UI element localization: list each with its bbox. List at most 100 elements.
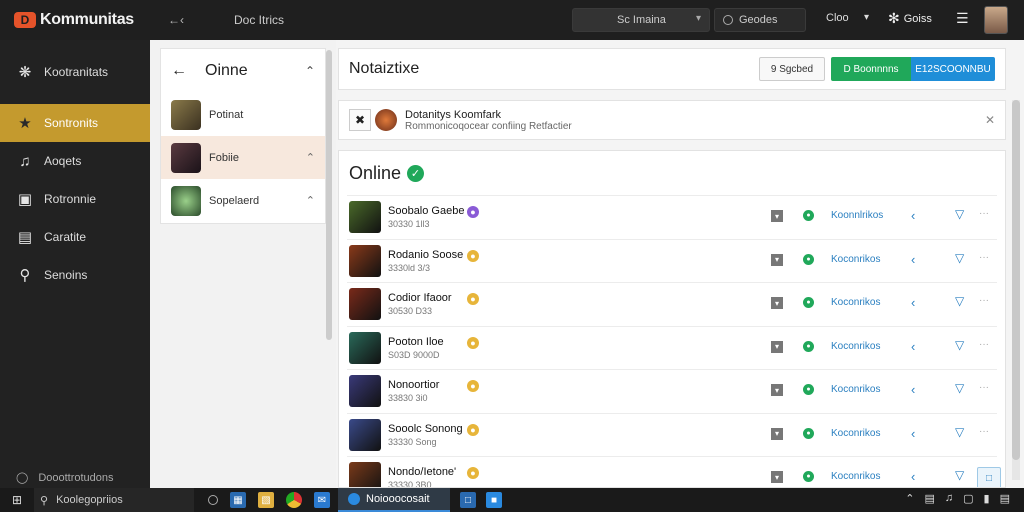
chevron-down-icon[interactable]: ▽ (955, 425, 964, 439)
status-badge: ● (467, 206, 479, 218)
collapse-sidebar-icon[interactable]: ←‹ (168, 13, 184, 27)
hamburger-menu-icon[interactable]: ☰ (956, 10, 969, 27)
table-row[interactable]: Codior Ifaoor 30530 D33 ● ▾ ● Koconrikos ‹ ▽ ··· (347, 282, 997, 326)
chevron-down-icon[interactable]: ▽ (955, 207, 964, 221)
sidebar-item-0[interactable]: ❋ Kootranitats (0, 40, 150, 104)
secondary-button[interactable]: 9 Sgcbed (759, 57, 825, 81)
close-icon[interactable]: ✕ (985, 113, 995, 127)
sidebar-footer[interactable]: ◯ Dooottrotudons (16, 471, 114, 485)
dropdown-square-icon[interactable]: ▾ (771, 427, 783, 440)
avatar[interactable] (984, 6, 1008, 34)
sidebar-item-label: Aoqets (44, 154, 82, 168)
battery-icon[interactable]: ▮ (984, 492, 990, 505)
panel-item-1[interactable]: Fobiie ⌃ (161, 136, 325, 179)
more-icon[interactable]: ··· (979, 252, 989, 263)
chrome-icon[interactable] (286, 492, 302, 508)
sidebar-item-label: Kootranitats (44, 65, 109, 79)
table-row[interactable]: Soobalo Gaebe 30330 1ll3 ● ▾ ● Koonnlrikos ‹ ▽ ·… (347, 195, 997, 239)
primary-green-button[interactable]: D Boonnnns (831, 57, 911, 81)
tray-up-icon[interactable]: ⌃ (905, 492, 914, 505)
store-icon[interactable]: □ (460, 492, 476, 508)
dropdown-square-icon[interactable]: ▾ (771, 253, 783, 266)
sidebar-item-2[interactable]: ♫ Aoqets (0, 142, 150, 180)
taskbar-search[interactable]: ⚲ Koolegopriios (34, 488, 194, 512)
chevron-left-icon[interactable]: ‹ (911, 208, 915, 223)
top-nav-link[interactable]: Doc Itrics (234, 13, 284, 27)
dropdown-square-icon[interactable]: ▾ (771, 297, 783, 309)
windows-start-icon[interactable]: ⊞ (0, 493, 34, 507)
action-button[interactable]: □ (977, 467, 1001, 487)
chevron-down-icon[interactable]: ▽ (955, 381, 964, 395)
language-icon[interactable]: ▢ (963, 492, 973, 505)
table-row[interactable]: Nondo/Ietone' 33330 3B0 ● ▾ ● Koconrikos ‹ ▽ □ (347, 456, 1001, 487)
panel-scrollbar[interactable] (326, 50, 332, 340)
panel-item-2[interactable]: Sopelaerd ⌃ (161, 179, 325, 222)
more-icon[interactable]: ··· (979, 208, 989, 219)
chevron-down-icon[interactable]: ▽ (955, 468, 964, 482)
status-selector[interactable]: Geodes (714, 8, 806, 32)
task-view-icon[interactable] (208, 495, 218, 505)
chevron-left-icon[interactable]: ‹ (911, 252, 915, 267)
table-row[interactable]: Rodanio Soose 3330ld 3/3 ● ▾ ● Koconrikos ‹ ▽ ··… (347, 238, 997, 283)
back-arrow-icon[interactable]: ← (171, 62, 187, 80)
taskbar-active-app[interactable]: Noiooocosait (338, 488, 450, 512)
more-icon[interactable]: ··· (979, 382, 989, 393)
dropdown-square-icon[interactable]: ▾ (771, 210, 783, 222)
row-link[interactable]: Koconrikos (831, 254, 880, 265)
brand-menu[interactable]: ✻ Goiss (888, 10, 932, 27)
table-row[interactable]: Pooton Iloe S03D 9000D ● ▾ ● Koconrikos ‹ ▽ ··· (347, 325, 997, 370)
chevron-left-icon[interactable]: ‹ (911, 469, 915, 484)
network-icon[interactable]: ▤ (924, 492, 934, 505)
row-link[interactable]: Koconrikos (831, 384, 880, 395)
status-circle-icon (723, 15, 733, 25)
app-logo[interactable]: D Kommunitas (14, 11, 154, 29)
widgets-icon[interactable]: ▦ (230, 492, 246, 508)
status-badge: ● (467, 380, 479, 392)
panel-item-0[interactable]: Potinat (161, 93, 325, 136)
notification-icon[interactable]: ▤ (1000, 492, 1010, 505)
table-row[interactable]: Sooolc Sonong 33330 Song ● ▾ ● Koconrikos ‹ ▽ ··… (347, 412, 997, 457)
sidebar-footer-label: Dooottrotudons (38, 471, 114, 484)
volume-icon[interactable]: ♫ (945, 492, 953, 505)
sidebar-item-label: Caratite (44, 230, 87, 244)
table-row[interactable]: Nonoortior 33830 3i0 ● ▾ ● Koconrikos ‹ ▽ ··· (347, 369, 997, 413)
scrollbar-thumb[interactable] (1012, 100, 1020, 460)
main-scrollbar[interactable] (1012, 100, 1020, 480)
sidebar-item-1[interactable]: ★ Sontronits (0, 104, 150, 142)
row-link[interactable]: Koconrikos (831, 471, 880, 482)
edge-icon[interactable]: ■ (486, 492, 502, 508)
chevron-up-icon[interactable]: ⌃ (305, 64, 315, 78)
chevron-down-icon[interactable]: ▽ (955, 251, 964, 265)
mail-icon[interactable]: ✉ (314, 492, 330, 508)
row-subtitle: 30530 D33 (388, 306, 433, 317)
top-search-dropdown[interactable]: Sc Imaina ▾ (572, 8, 710, 32)
dropdown-square-icon[interactable]: ▾ (771, 384, 783, 396)
sidebar-item-4[interactable]: ▤ Caratite (0, 218, 150, 256)
chevron-down-icon[interactable]: ▽ (955, 294, 964, 308)
sidebar-item-3[interactable]: ▣ Rotronnie (0, 180, 150, 218)
file-explorer-icon[interactable]: ▧ (258, 492, 274, 508)
sidebar-item-5[interactable]: ⚲ Senoins (0, 256, 150, 294)
chevron-left-icon[interactable]: ‹ (911, 339, 915, 354)
row-link[interactable]: Koonnlrikos (831, 210, 883, 221)
more-icon[interactable]: ··· (979, 295, 989, 306)
chevron-left-icon[interactable]: ‹ (911, 382, 915, 397)
chevron-left-icon[interactable]: ‹ (911, 295, 915, 310)
row-link[interactable]: Koconrikos (831, 428, 880, 439)
chevron-down-icon[interactable]: ▽ (955, 338, 964, 352)
row-link[interactable]: Koconrikos (831, 297, 880, 308)
primary-blue-button[interactable]: E12SCOONNBU (911, 57, 995, 81)
row-link[interactable]: Koconrikos (831, 341, 880, 352)
more-icon[interactable]: ··· (979, 339, 989, 350)
row-subtitle: 33830 3i0 (388, 393, 428, 404)
chevron-left-icon[interactable]: ‹ (911, 426, 915, 441)
user-label[interactable]: Cloo (826, 12, 849, 24)
dropdown-square-icon[interactable]: ▾ (771, 471, 783, 483)
status-badge: ● (467, 249, 479, 262)
dropdown-square-icon[interactable]: ▾ (771, 340, 783, 353)
user-caret-icon[interactable]: ▾ (864, 12, 869, 23)
chevron-up-icon[interactable]: ⌃ (306, 151, 315, 164)
chevron-up-icon[interactable]: ⌃ (306, 194, 315, 207)
more-icon[interactable]: ··· (979, 426, 989, 437)
row-thumbnail (349, 244, 381, 277)
